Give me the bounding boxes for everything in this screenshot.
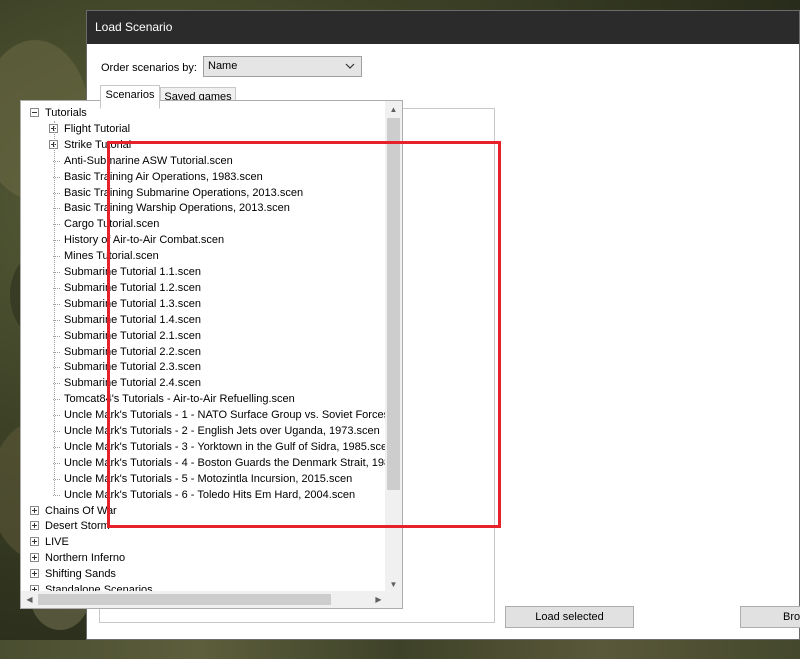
tree-item-label: LIVE: [45, 536, 69, 549]
chevron-down-icon: [345, 63, 355, 69]
tree-item-label: Anti-Submarine ASW Tutorial.scen: [64, 154, 233, 167]
tree-item-label: Chains Of War: [45, 504, 117, 517]
scenario-tree[interactable]: Tutorials Flight Tutorial Strike Tutorial A…: [20, 100, 403, 609]
expand-icon[interactable]: [30, 537, 39, 547]
tab-scenarios[interactable]: Scenarios: [100, 85, 160, 109]
tree-item-label: Submarine Tutorial 2.4.scen: [64, 377, 201, 390]
horizontal-scroll-thumb[interactable]: [38, 594, 331, 605]
tree-item-label: Uncle Mark's Tutorials - 3 - Yorktown in…: [64, 440, 387, 453]
tree-item-label: Uncle Mark's Tutorials - 5 - Motozintla …: [64, 472, 353, 485]
expand-icon[interactable]: [30, 553, 39, 563]
tree-item-label: Submarine Tutorial 1.3.scen: [64, 297, 201, 310]
expand-icon[interactable]: [30, 505, 39, 515]
tree-item-label: Uncle Mark's Tutorials - 4 - Boston Guar…: [64, 456, 387, 469]
tree-item-label: Uncle Mark's Tutorials - 6 - Toledo Hits…: [64, 488, 356, 501]
desktop-background-bottom: [0, 640, 800, 659]
scrollbar-corner: [385, 591, 402, 608]
vertical-scroll-thumb[interactable]: [387, 118, 400, 490]
tree-item-label: Northern Inferno: [45, 552, 126, 565]
scroll-left-icon[interactable]: ◀: [21, 591, 38, 608]
tree-item-label: Uncle Mark's Tutorials - 2 - English Jet…: [64, 425, 380, 437]
expand-icon[interactable]: [30, 521, 39, 531]
tree-item-label: Submarine Tutorial 2.3.scen: [64, 361, 201, 374]
tree-item-label: Tutorials: [45, 107, 87, 119]
tree-item-label: Strike Tutorial: [64, 138, 132, 151]
tree-connector-line: [54, 120, 55, 495]
tree-item-label: Submarine Tutorial 1.4.scen: [64, 313, 201, 326]
tree-item-label: Cargo Tutorial.scen: [64, 218, 160, 231]
order-by-value: Name: [208, 60, 238, 72]
tree-item-label: Basic Training Submarine Operations, 201…: [64, 186, 304, 199]
scenario-tree-body: Tutorials Flight Tutorial Strike Tutorial A…: [21, 101, 387, 593]
tree-item-label: Shifting Sands: [45, 568, 116, 581]
tree-item-label: Mines Tutorial.scen: [64, 250, 159, 263]
scroll-up-icon[interactable]: ▲: [385, 101, 402, 118]
tree-item-label: Submarine Tutorial 2.1.scen: [64, 329, 201, 342]
tree-connector: [53, 494, 60, 496]
tree-item-label: Desert Storm: [45, 520, 110, 533]
tree-item-label: History of Air-to-Air Combat.scen: [64, 234, 225, 247]
order-by-label: Order scenarios by:: [101, 62, 197, 74]
horizontal-scrollbar[interactable]: ◀ ▶: [21, 591, 387, 608]
tree-item-label: Tomcat84's Tutorials - Air-to-Air Refuel…: [64, 393, 295, 406]
tree-item-label: Uncle Mark's Tutorials - 1 - NATO Surfac…: [64, 409, 387, 422]
tree-item-label: Basic Training Air Operations, 1983.scen: [64, 170, 263, 183]
window-title: Load Scenario: [87, 11, 799, 44]
order-by-select[interactable]: Name: [203, 56, 362, 77]
collapse-icon[interactable]: [30, 108, 39, 117]
tree-item-label: Submarine Tutorial 1.1.scen: [64, 266, 201, 278]
vertical-scrollbar[interactable]: ▲ ▼: [385, 101, 402, 593]
tree-item-label: Submarine Tutorial 1.2.scen: [64, 281, 201, 294]
browse-button[interactable]: Bro: [740, 606, 800, 628]
tree-item-label: Submarine Tutorial 2.2.scen: [64, 345, 201, 358]
expand-icon[interactable]: [30, 569, 39, 579]
load-selected-button[interactable]: Load selected: [505, 606, 634, 628]
tree-item-label: Basic Training Warship Operations, 2013.…: [64, 202, 290, 215]
tree-item-label: Flight Tutorial: [64, 122, 131, 135]
